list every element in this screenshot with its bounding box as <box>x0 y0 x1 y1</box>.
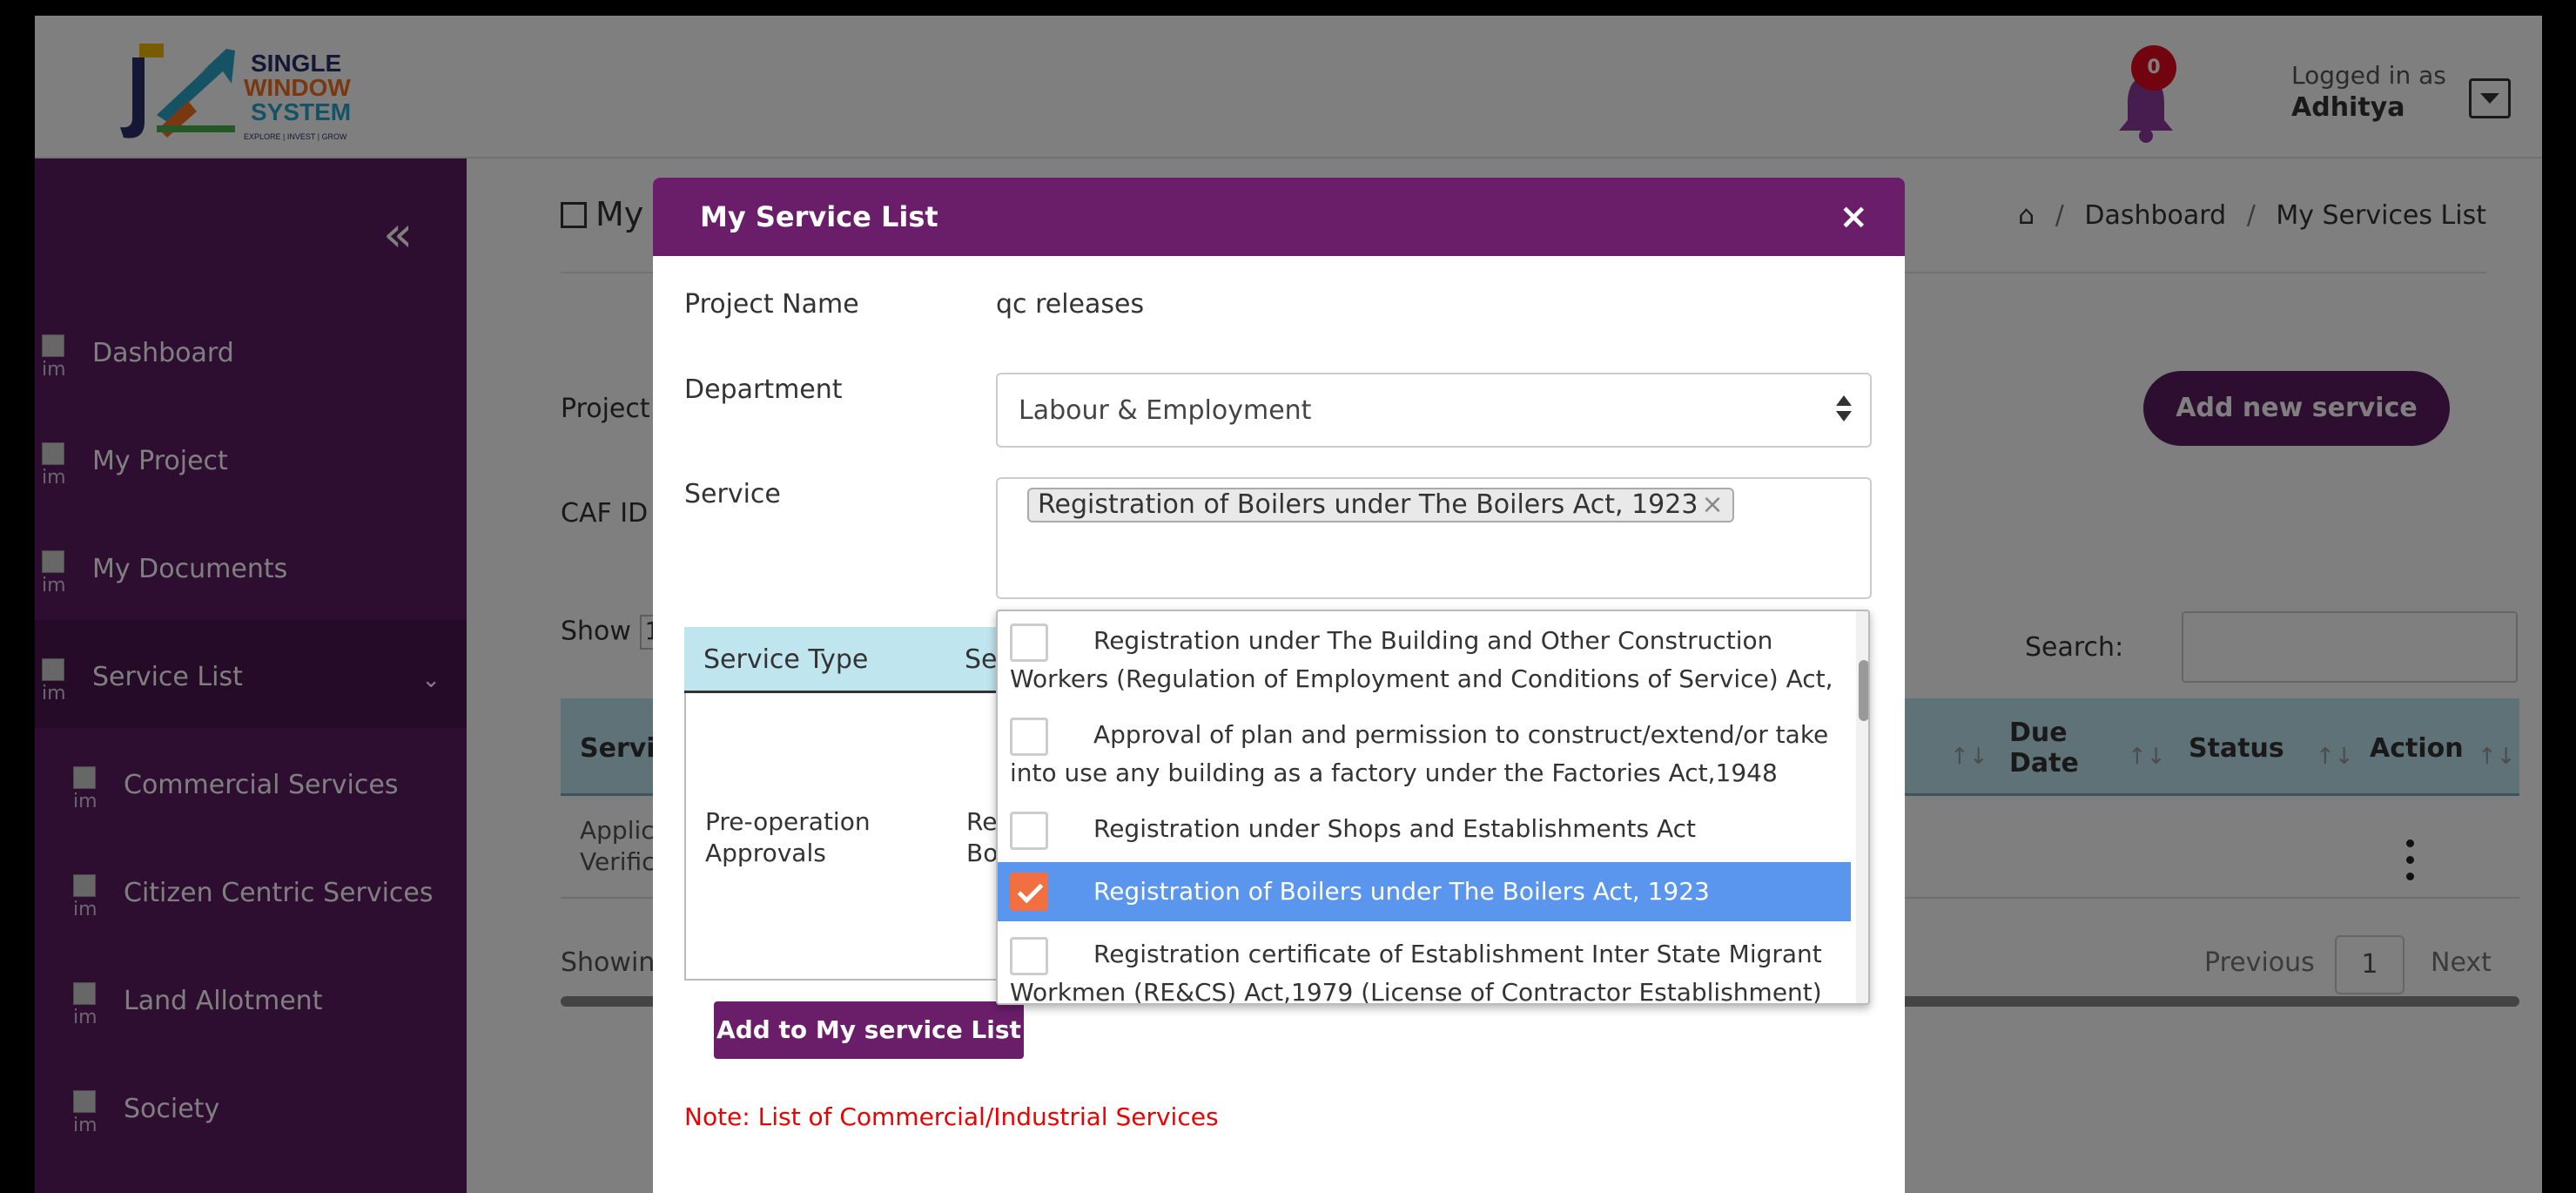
department-select[interactable]: Labour & Employment <box>996 373 1872 448</box>
remove-tag-icon[interactable]: × <box>1701 489 1723 520</box>
column-header-service: Se <box>965 644 998 675</box>
project-name-value: qc releases <box>996 289 1145 320</box>
note-text: Note: List of Commercial/Industrial Serv… <box>684 1102 1219 1131</box>
service-type-cell: Pre-operation Approvals <box>705 807 871 867</box>
service-option[interactable]: Registration certificate of Establishmen… <box>998 925 1851 1005</box>
dropdown-scrollbar[interactable] <box>1856 611 1868 1003</box>
service-multiselect[interactable]: Registration of Boilers under The Boiler… <box>996 477 1872 599</box>
scrollbar-thumb[interactable] <box>1859 660 1868 721</box>
service-label: Service <box>684 479 781 509</box>
app-window: SINGLE WINDOW SYSTEM EXPLORE | INVEST | … <box>35 16 2542 1193</box>
add-to-my-service-list-button[interactable]: Add to My service List <box>714 1001 1024 1059</box>
modal-title: My Service List <box>700 200 938 233</box>
project-name-label: Project Name <box>684 289 859 320</box>
service-option[interactable]: Approval of plan and permission to const… <box>998 705 1851 799</box>
option-label: Registration certificate of Establishmen… <box>1010 940 1822 1005</box>
modal-header: My Service List × <box>653 178 1905 256</box>
selected-service-tag: Registration of Boilers under The Boiler… <box>1027 488 1734 522</box>
service-cell: Re Bo <box>966 807 999 867</box>
service-options-dropdown: Registration under The Building and Othe… <box>996 610 1870 1005</box>
close-icon[interactable]: × <box>1839 197 1868 237</box>
department-label: Department <box>684 374 843 405</box>
department-selected-value: Labour & Employment <box>1019 395 1312 426</box>
column-header-service-type: Service Type <box>703 644 869 675</box>
option-label: Registration under Shops and Establishme… <box>1093 814 1696 843</box>
option-label: Registration under The Building and Othe… <box>1010 626 1833 693</box>
option-label: Approval of plan and permission to const… <box>1010 720 1829 787</box>
service-option-selected[interactable]: Registration of Boilers under The Boiler… <box>998 862 1851 921</box>
option-label: Registration of Boilers under The Boiler… <box>1093 877 1710 906</box>
select-arrows-icon <box>1835 390 1853 428</box>
service-option[interactable]: Registration under Shops and Establishme… <box>998 799 1851 859</box>
service-option[interactable]: Registration under The Building and Othe… <box>998 611 1851 705</box>
